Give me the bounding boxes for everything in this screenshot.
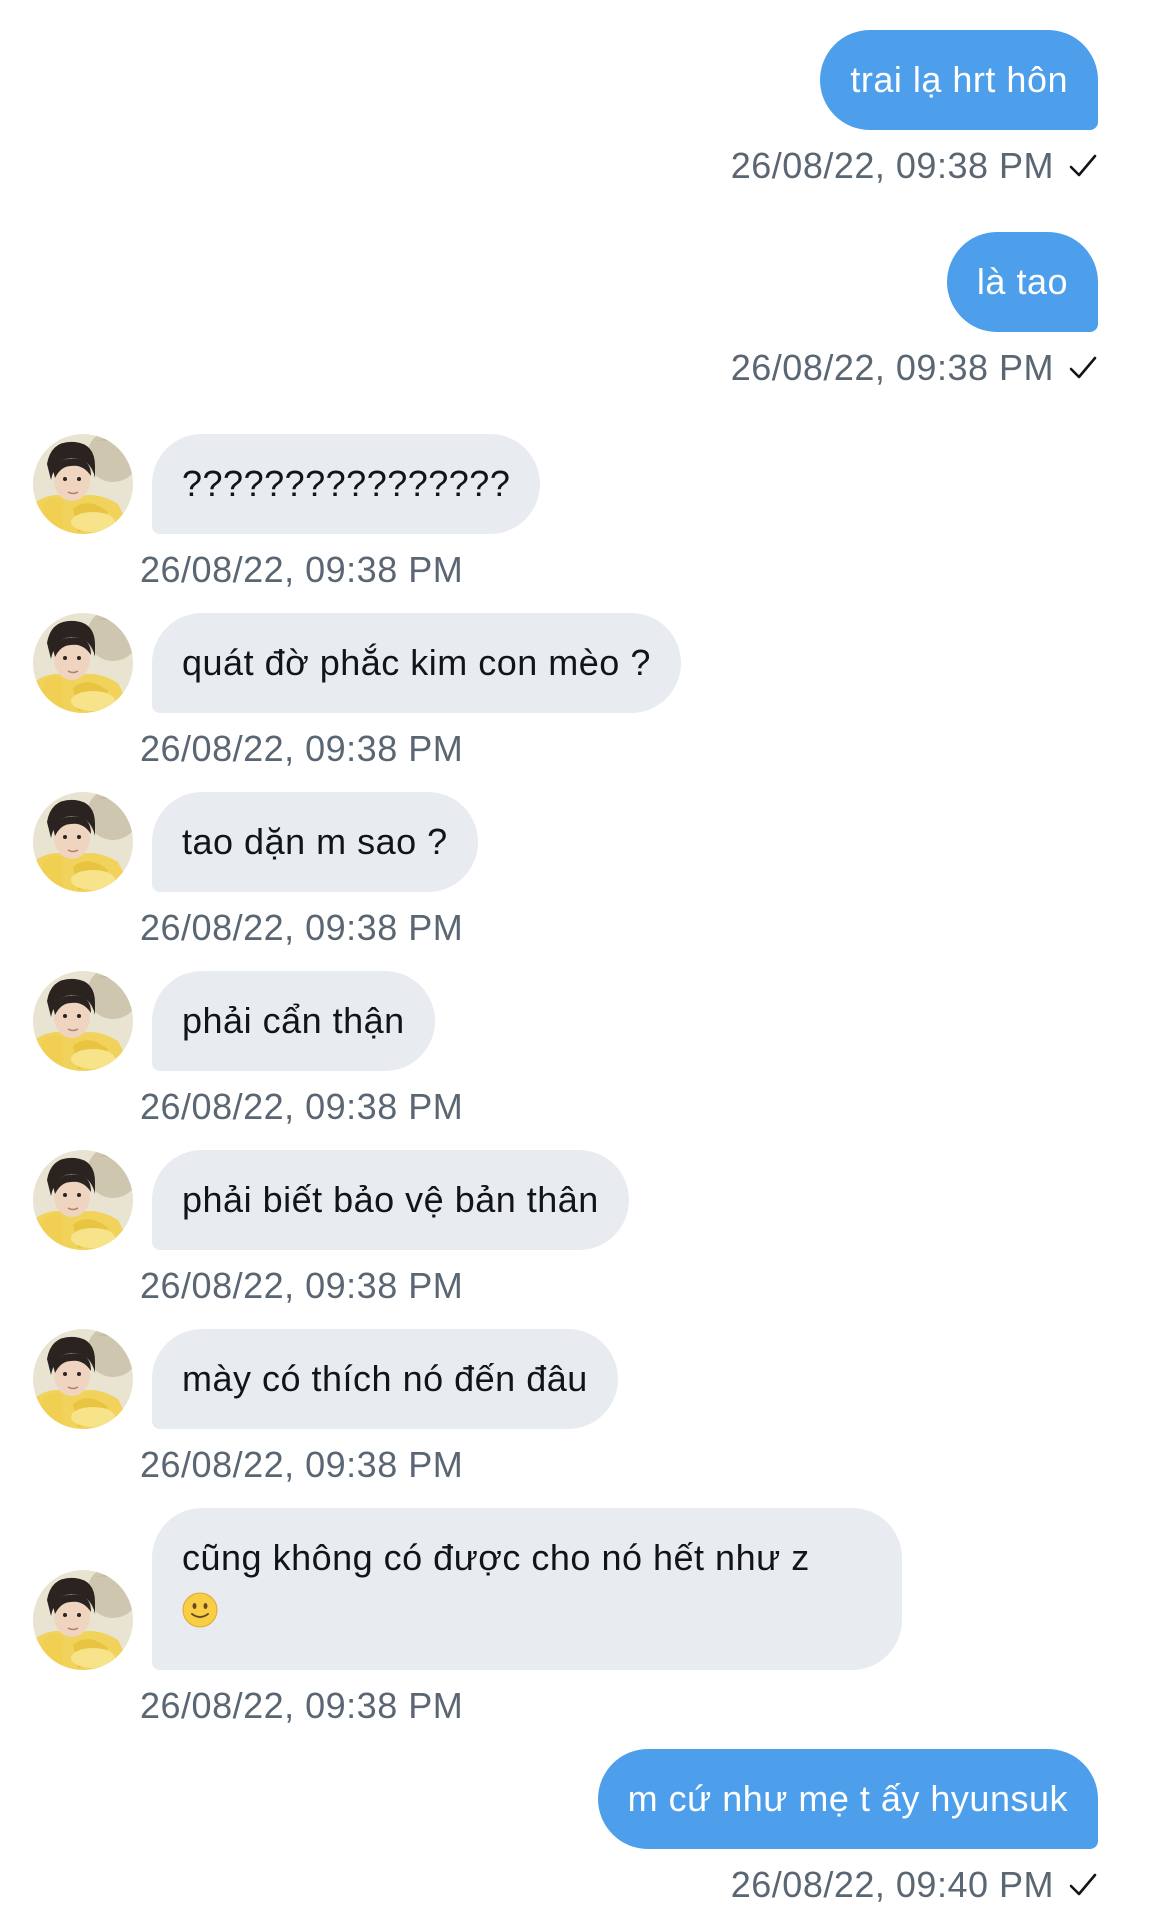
outgoing-message[interactable]: m cứ như mẹ t ấy hyunsuk xyxy=(597,1749,1098,1849)
avatar[interactable] xyxy=(33,1329,133,1429)
checkmark-icon xyxy=(1068,151,1098,181)
avatar[interactable] xyxy=(33,434,133,534)
avatar[interactable] xyxy=(33,1150,133,1250)
timestamp-text: 26/08/22, 09:38 PM xyxy=(730,145,1054,186)
incoming-message[interactable]: cũng không có được cho nó hết như z xyxy=(152,1508,902,1670)
message-text: cũng không có được cho nó hết như z xyxy=(182,1537,810,1578)
message-timestamp: 26/08/22, 09:38 PM xyxy=(731,146,1098,186)
message-bubble[interactable]: cũng không có được cho nó hết như z xyxy=(152,1508,902,1670)
timestamp-text: 26/08/22, 09:38 PM xyxy=(730,347,1054,388)
message-timestamp: 26/08/22, 09:38 PM xyxy=(731,348,1098,388)
message-bubble[interactable]: mày có thích nó đến đâu xyxy=(152,1329,618,1429)
message-timestamp: 26/08/22, 09:38 PM xyxy=(140,728,464,769)
incoming-message[interactable]: tao dặn m sao ? xyxy=(152,792,478,892)
incoming-message[interactable]: phải cẩn thận xyxy=(152,971,435,1071)
outgoing-message[interactable]: trai lạ hrt hôn xyxy=(820,30,1098,130)
message-bubble[interactable]: phải biết bảo vệ bản thân xyxy=(152,1150,629,1250)
slightly-smiling-face-icon xyxy=(182,1592,218,1628)
message-bubble[interactable]: phải cẩn thận xyxy=(152,971,435,1071)
checkmark-icon xyxy=(1068,353,1098,383)
message-timestamp: 26/08/22, 09:38 PM xyxy=(140,1685,464,1726)
timestamp-text: 26/08/22, 09:40 PM xyxy=(730,1864,1054,1905)
message-timestamp: 26/08/22, 09:38 PM xyxy=(140,1444,464,1485)
message-bubble[interactable]: tao dặn m sao ? xyxy=(152,792,478,892)
avatar[interactable] xyxy=(33,971,133,1071)
checkmark-icon xyxy=(1068,1870,1098,1900)
outgoing-message[interactable]: là tao xyxy=(946,232,1098,332)
message-bubble[interactable]: m cứ như mẹ t ấy hyunsuk xyxy=(597,1749,1098,1849)
avatar[interactable] xyxy=(33,613,133,713)
message-timestamp: 26/08/22, 09:38 PM xyxy=(140,907,464,948)
message-timestamp: 26/08/22, 09:38 PM xyxy=(140,1086,464,1127)
message-bubble[interactable]: là tao xyxy=(946,232,1098,332)
message-bubble[interactable]: trai lạ hrt hôn xyxy=(820,30,1098,130)
avatar[interactable] xyxy=(33,1570,133,1670)
incoming-message[interactable]: mày có thích nó đến đâu xyxy=(152,1329,618,1429)
incoming-message[interactable]: phải biết bảo vệ bản thân xyxy=(152,1150,629,1250)
message-timestamp: 26/08/22, 09:38 PM xyxy=(140,549,464,590)
incoming-message[interactable]: ???????????????? xyxy=(152,434,541,534)
message-bubble[interactable]: quát đờ phắc kim con mèo ? xyxy=(152,613,681,713)
avatar[interactable] xyxy=(33,792,133,892)
message-timestamp: 26/08/22, 09:38 PM xyxy=(140,1265,464,1306)
message-bubble[interactable]: ???????????????? xyxy=(152,434,541,534)
message-timestamp: 26/08/22, 09:40 PM xyxy=(731,1865,1098,1905)
incoming-message[interactable]: quát đờ phắc kim con mèo ? xyxy=(152,613,681,713)
